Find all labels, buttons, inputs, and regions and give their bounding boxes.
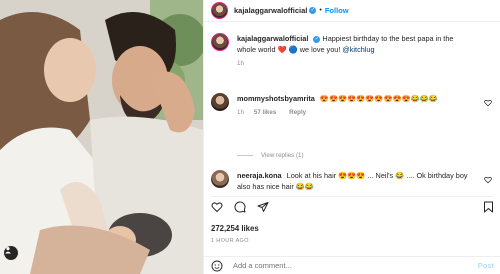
comment-likes[interactable]: 57 likes bbox=[254, 107, 276, 118]
replies-divider bbox=[237, 155, 253, 156]
caption: kajalaggarwalofficial ✓ Happiest birthday… bbox=[211, 33, 496, 69]
author-username[interactable]: kajalaggarwalofficial bbox=[234, 6, 307, 15]
post-header: kajalaggarwalofficial ✓ • Follow bbox=[204, 0, 500, 22]
comment-like-heart-icon[interactable] bbox=[484, 176, 492, 184]
follow-button[interactable]: Follow bbox=[325, 6, 349, 15]
comment-text-block: neeraja.kona Look at his hair 😍😍😍 ... Ne… bbox=[237, 170, 469, 190]
comment-icon[interactable] bbox=[234, 201, 246, 213]
header-separator: • bbox=[319, 7, 322, 14]
comments-list[interactable]: kajalaggarwalofficial ✓ Happiest birthday… bbox=[204, 24, 500, 190]
post-actions-bar bbox=[211, 196, 494, 213]
primary-actions bbox=[211, 201, 269, 213]
comment-body: 😍😍😍😍😍😍😍😍😍😍😂😂😂 bbox=[319, 94, 439, 103]
comment-item: mommyshotsbyamrita 😍😍😍😍😍😍😍😍😍😍😂😂😂 1h 57 l… bbox=[211, 93, 496, 118]
photo-illustration bbox=[0, 0, 203, 274]
emoji-icon[interactable] bbox=[211, 260, 223, 272]
comment-text-block: mommyshotsbyamrita 😍😍😍😍😍😍😍😍😍😍😂😂😂 1h 57 l… bbox=[237, 93, 469, 118]
comment-author[interactable]: mommyshotsbyamrita bbox=[237, 94, 315, 103]
save-bookmark-icon[interactable] bbox=[483, 201, 494, 213]
view-replies-button[interactable]: View replies (1) bbox=[237, 152, 304, 159]
caption-mention[interactable]: @kitchlug bbox=[342, 45, 374, 54]
caption-age: 1h bbox=[237, 60, 244, 67]
comment-meta: 1h 57 likes Reply bbox=[237, 107, 469, 118]
caption-avatar[interactable] bbox=[211, 33, 229, 51]
tagged-users-icon[interactable] bbox=[4, 246, 18, 260]
verified-badge-icon: ✓ bbox=[313, 35, 321, 43]
verified-badge-icon: ✓ bbox=[309, 7, 317, 14]
caption-meta: 1h bbox=[237, 58, 469, 69]
post-comment-button[interactable]: Post bbox=[478, 261, 494, 270]
caption-author[interactable]: kajalaggarwalofficial bbox=[237, 34, 308, 43]
add-comment-bar: Post bbox=[204, 256, 500, 274]
comment-item: neeraja.kona Look at his hair 😍😍😍 ... Ne… bbox=[211, 170, 496, 190]
author-avatar[interactable] bbox=[211, 2, 228, 19]
like-heart-icon[interactable] bbox=[211, 201, 223, 213]
likes-count[interactable]: 272,254 likes bbox=[211, 224, 259, 233]
post-details-panel: kajalaggarwalofficial ✓ • Follow kajalag… bbox=[203, 0, 500, 274]
commenter-avatar[interactable] bbox=[211, 170, 229, 188]
comment-age: 1h bbox=[237, 109, 244, 116]
post-photo[interactable] bbox=[0, 0, 203, 274]
share-icon[interactable] bbox=[257, 201, 269, 213]
comment-author[interactable]: neeraja.kona bbox=[237, 171, 282, 180]
commenter-avatar[interactable] bbox=[211, 93, 229, 111]
comment-input[interactable] bbox=[233, 261, 443, 270]
comment-like-heart-icon[interactable] bbox=[484, 99, 492, 107]
caption-text-block: kajalaggarwalofficial ✓ Happiest birthday… bbox=[237, 33, 469, 69]
reply-button[interactable]: Reply bbox=[289, 107, 306, 118]
view-replies-label: View replies (1) bbox=[261, 152, 304, 159]
post-timestamp: 1 HOUR AGO bbox=[211, 238, 249, 244]
